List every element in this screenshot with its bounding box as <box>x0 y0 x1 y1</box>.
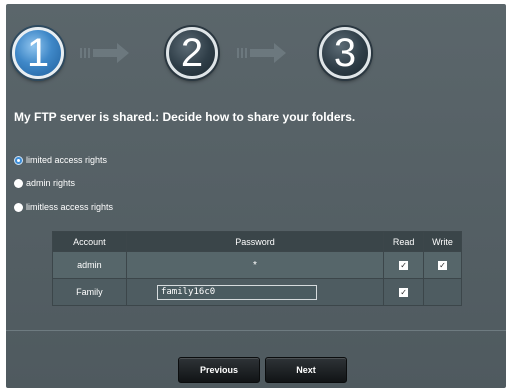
password-input[interactable] <box>156 284 317 300</box>
step-arrow-2-icon <box>237 43 286 63</box>
option-label: admin rights <box>26 178 76 188</box>
radio-unselected-icon[interactable] <box>14 178 23 188</box>
password-value: * <box>125 251 385 279</box>
step-arrow-1-icon <box>80 43 129 63</box>
read-checkbox[interactable]: ✓ <box>399 261 409 271</box>
write-cell-empty <box>423 278 462 306</box>
table-row: Family ✓ <box>52 278 462 306</box>
header-read: Read <box>383 231 425 252</box>
read-checkbox[interactable]: ✓ <box>399 288 409 298</box>
option-limited-access[interactable]: limited access rights <box>14 155 107 165</box>
step-1-indicator: 1 <box>12 27 64 79</box>
account-name: admin <box>52 251 127 279</box>
step-3-number: 3 <box>333 30 357 75</box>
radio-selected-icon[interactable] <box>14 155 23 165</box>
step-1-number: 1 <box>26 30 50 75</box>
step-2-number: 2 <box>180 30 204 75</box>
previous-button[interactable]: Previous <box>178 357 260 383</box>
step-2-indicator: 2 <box>166 27 218 79</box>
option-admin-rights[interactable]: admin rights <box>14 178 75 188</box>
next-button[interactable]: Next <box>265 357 347 383</box>
table-row: admin * ✓ ✓ <box>52 251 462 279</box>
account-table: Account Password Read Write admin * ✓ ✓ … <box>52 231 462 306</box>
table-header-row: Account Password Read Write <box>52 231 462 252</box>
radio-unselected-icon[interactable] <box>14 202 23 212</box>
account-name: Family <box>52 278 127 306</box>
header-password: Password <box>125 231 385 252</box>
header-account: Account <box>52 231 127 252</box>
option-label: limitless access rights <box>26 202 114 212</box>
divider <box>6 330 506 331</box>
header-write: Write <box>423 231 462 252</box>
write-checkbox[interactable]: ✓ <box>438 261 448 271</box>
step-3-indicator: 3 <box>319 27 371 79</box>
option-limitless-access[interactable]: limitless access rights <box>14 202 113 212</box>
option-label: limited access rights <box>26 155 108 165</box>
page-heading: My FTP server is shared.: Decide how to … <box>14 110 356 124</box>
